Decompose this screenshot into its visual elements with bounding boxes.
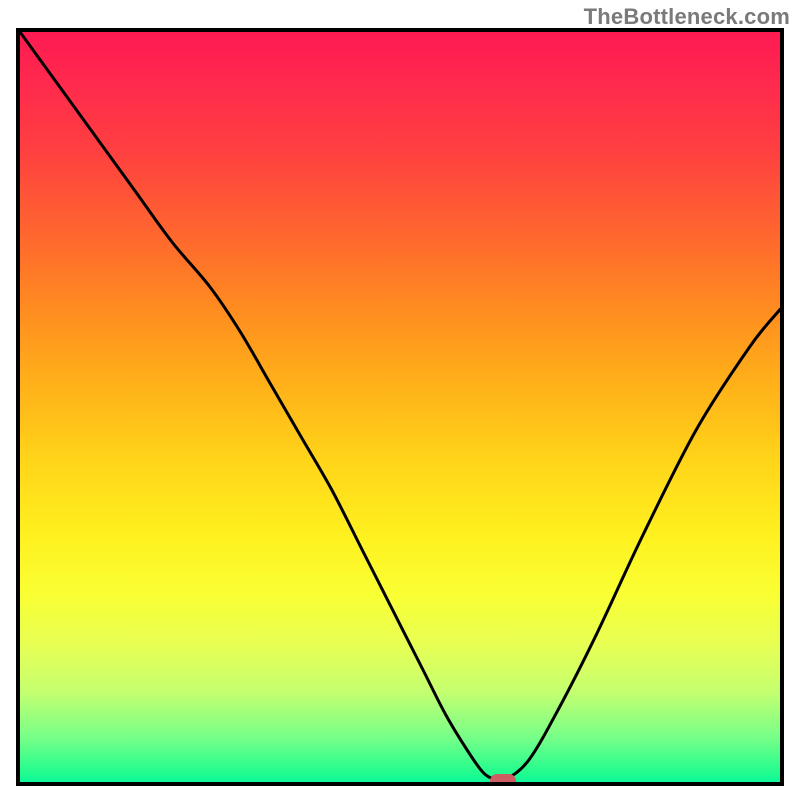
bottleneck-curve-path xyxy=(20,32,780,781)
plot-frame xyxy=(16,28,784,786)
curve-svg xyxy=(20,32,780,782)
watermark-text: TheBottleneck.com xyxy=(584,4,790,30)
chart-container: TheBottleneck.com xyxy=(0,0,800,800)
minimum-marker xyxy=(490,774,516,787)
